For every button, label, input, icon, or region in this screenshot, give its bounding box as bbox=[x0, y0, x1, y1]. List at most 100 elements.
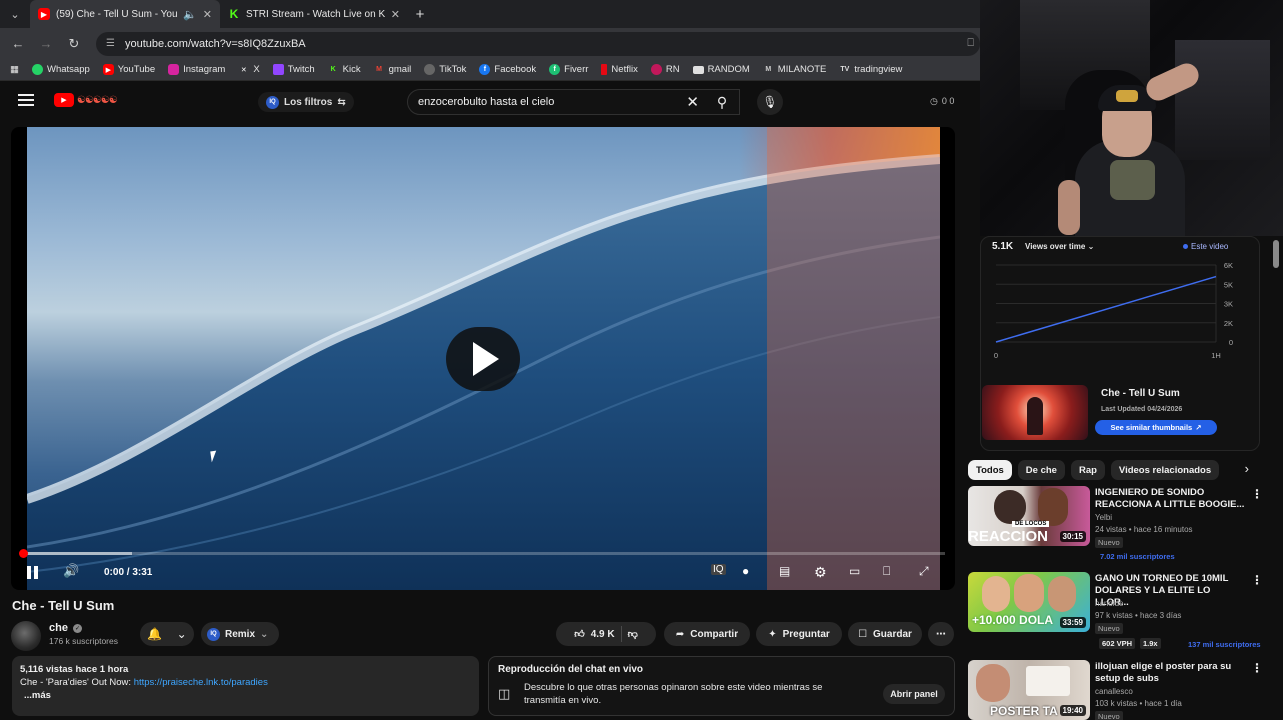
views-range-selector[interactable]: Views over time ⌄ bbox=[1025, 242, 1094, 251]
chip-rap[interactable]: Rap bbox=[1070, 460, 1105, 480]
reload-icon[interactable]: ↻ bbox=[62, 36, 86, 52]
recommendation-channel[interactable]: canallesco bbox=[1095, 687, 1133, 696]
clear-search-icon[interactable]: ✕ bbox=[686, 93, 699, 111]
similar-label: See similar thumbnails bbox=[1110, 423, 1193, 432]
fullscreen-icon[interactable]: ⤢ bbox=[919, 564, 929, 579]
volume-icon[interactable]: 🔊 bbox=[63, 563, 79, 579]
address-bar: ← → ↻ ☰ youtube.com/watch?v=s8IQ8ZzuxBA … bbox=[0, 28, 980, 59]
description-line: Che - 'Para'dies' Out Now: https://prais… bbox=[20, 676, 471, 689]
save-button[interactable]: ☐ Guardar bbox=[848, 622, 922, 646]
tab-search-menu-icon[interactable]: ⌄ bbox=[0, 0, 30, 28]
cast-icon[interactable]: ⎕ bbox=[967, 37, 980, 50]
speaker-icon[interactable]: 🔈 bbox=[183, 8, 197, 21]
bookmark-tiktok[interactable]: TikTok bbox=[424, 64, 466, 75]
bookmark-x[interactable]: ✕ X bbox=[238, 64, 260, 75]
theater-mode-icon[interactable]: ▭ bbox=[849, 564, 860, 578]
bookmark-rn[interactable]: RN bbox=[650, 64, 680, 75]
search-icon[interactable]: ⚲ bbox=[704, 89, 740, 115]
back-icon[interactable]: ← bbox=[6, 36, 30, 51]
sidebar-scrollbar[interactable] bbox=[1273, 240, 1279, 268]
bookmark-milanote[interactable]: M MILANOTE bbox=[763, 64, 826, 75]
bookmark-netflix[interactable]: Netflix bbox=[601, 64, 638, 75]
bookmark-instagram[interactable]: Instagram bbox=[168, 64, 225, 75]
remix-button[interactable]: IQ Remix ⌄ bbox=[201, 622, 279, 646]
thumbs-down-icon[interactable]: 👎︎ bbox=[628, 628, 638, 640]
browser-tab-youtube[interactable]: ▶ (59) Che - Tell U Sum - YouTube 🔈 ✕ bbox=[30, 0, 220, 28]
video-player[interactable]: 🔊 0:00 / 3:31 IQ ● ▤ ⚙ ▭ ⎕ ⤢ bbox=[11, 127, 955, 590]
chip-de-che[interactable]: De che bbox=[1017, 460, 1065, 480]
close-tab-icon[interactable]: ✕ bbox=[391, 8, 400, 21]
forward-icon[interactable]: → bbox=[34, 36, 58, 51]
chevron-right-icon[interactable]: › bbox=[1245, 461, 1249, 476]
new-tab-icon[interactable]: + bbox=[408, 6, 432, 23]
whatsapp-icon bbox=[31, 64, 43, 75]
big-play-button[interactable] bbox=[446, 327, 520, 391]
description-box[interactable]: 5,116 vistas hace 1 hora Che - 'Para'die… bbox=[12, 656, 479, 716]
recommendation-thumbnail[interactable]: DE LOCOS REACCION 30:15 bbox=[968, 486, 1090, 546]
bookmark-kick[interactable]: K Kick bbox=[328, 64, 361, 75]
chip-todos[interactable]: Todos bbox=[968, 460, 1012, 480]
filters-button[interactable]: IQ Los filtros ⇆ bbox=[258, 92, 354, 112]
duration-badge: 30:15 bbox=[1059, 531, 1086, 542]
autoplay-toggle-icon[interactable]: ● bbox=[742, 564, 749, 578]
search-input[interactable]: enzocerobulto hasta el cielo ✕ bbox=[407, 89, 740, 115]
iq-player-icon[interactable]: IQ bbox=[711, 564, 726, 575]
recommendation-channel[interactable]: nanoide bbox=[1095, 599, 1123, 608]
more-vert-icon[interactable]: ⋮ bbox=[1251, 661, 1263, 675]
settings-gear-icon[interactable]: ⚙ bbox=[814, 564, 827, 581]
open-panel-button[interactable]: Abrir panel bbox=[883, 684, 945, 704]
microphone-icon[interactable]: 🎙 bbox=[757, 89, 783, 115]
channel-name-row[interactable]: che ✓ bbox=[49, 622, 82, 634]
video-thumbnail[interactable] bbox=[982, 385, 1088, 440]
subscribed-bell-button[interactable]: 🔔 ⌄ bbox=[140, 622, 194, 646]
bookmark-youtube[interactable]: ▶ YouTube bbox=[102, 64, 155, 75]
close-tab-icon[interactable]: ✕ bbox=[203, 8, 212, 21]
site-info-icon[interactable]: ☰ bbox=[106, 38, 115, 49]
youtube-logo[interactable]: ▶ ☯☯☯☯☯ bbox=[54, 93, 118, 107]
thumbnail-person bbox=[1048, 576, 1076, 612]
recommendation-item[interactable]: POSTER TA 19:40 illojuan elige el poster… bbox=[968, 660, 1283, 720]
recommendation-item[interactable]: +10.000 DOLA 33:59 GANO UN TORNEO DE 10M… bbox=[968, 572, 1283, 652]
recommendation-thumbnail[interactable]: POSTER TA 19:40 bbox=[968, 660, 1090, 720]
channel-avatar[interactable] bbox=[11, 621, 41, 651]
subtitles-icon[interactable]: ▤ bbox=[779, 564, 790, 578]
pause-icon[interactable] bbox=[27, 566, 39, 580]
bookmark-fiverr[interactable]: f Fiverr bbox=[549, 64, 588, 75]
thumbnail-poster bbox=[1026, 666, 1070, 696]
recommendation-item[interactable]: DE LOCOS REACCION 30:15 INGENIERO DE SON… bbox=[968, 486, 1283, 566]
bookmark-gmail[interactable]: Mgmail bbox=[374, 64, 411, 75]
share-button[interactable]: ➦ Compartir bbox=[664, 622, 750, 646]
bookmark-label: RANDOM bbox=[707, 64, 750, 75]
more-dots-icon: ⋯ bbox=[936, 628, 946, 640]
progress-bar[interactable] bbox=[19, 549, 945, 558]
overlay-small-text: DE LOCOS bbox=[1012, 521, 1050, 527]
thumbnail-person bbox=[982, 576, 1010, 612]
recommendation-meta: 24 vistas • hace 16 minutos bbox=[1095, 525, 1193, 534]
sparkle-icon: ✦ bbox=[768, 628, 777, 640]
more-vert-icon[interactable]: ⋮ bbox=[1251, 573, 1263, 587]
menu-icon[interactable] bbox=[18, 94, 34, 106]
ask-button[interactable]: ✦ Preguntar bbox=[756, 622, 842, 646]
shirt-print bbox=[1110, 160, 1155, 200]
recommendation-channel[interactable]: Yelbi bbox=[1095, 513, 1112, 522]
more-actions-button[interactable]: ⋯ bbox=[928, 622, 954, 646]
bookmark-random[interactable]: RANDOM bbox=[692, 64, 750, 75]
browser-tab-kick[interactable]: K STRI Stream - Watch Live on Kick ✕ bbox=[220, 0, 408, 28]
bookmark-label: X bbox=[253, 64, 260, 75]
like-button[interactable]: 👍︎ 4.9 K bbox=[574, 628, 614, 641]
bookmark-twitch[interactable]: Twitch bbox=[272, 64, 315, 75]
youtube-header: ▶ ☯☯☯☯☯ IQ Los filtros ⇆ enzocerobulto h… bbox=[0, 82, 980, 122]
url-field[interactable]: ☰ youtube.com/watch?v=s8IQ8ZzuxBA ⎕ bbox=[96, 31, 980, 56]
chip-videos-relacionados[interactable]: Videos relacionados bbox=[1110, 460, 1220, 480]
show-more-link[interactable]: ...más bbox=[20, 689, 471, 702]
description-link[interactable]: https://praiseche.lnk.to/paradies bbox=[134, 677, 268, 688]
bookmark-facebook[interactable]: f Facebook bbox=[479, 64, 536, 75]
scrubber-handle[interactable] bbox=[19, 549, 28, 558]
more-vert-icon[interactable]: ⋮ bbox=[1251, 487, 1263, 501]
cast-icon[interactable]: ⎕ bbox=[883, 564, 890, 579]
apps-grid-icon[interactable]: ▦ bbox=[10, 64, 19, 75]
bookmark-whatsapp[interactable]: Whatsapp bbox=[31, 64, 90, 75]
similar-thumbnails-button[interactable]: See similar thumbnails ↗ bbox=[1095, 420, 1217, 435]
recommendation-thumbnail[interactable]: +10.000 DOLA 33:59 bbox=[968, 572, 1090, 632]
bookmark-tradingview[interactable]: TV tradingview bbox=[839, 64, 902, 75]
